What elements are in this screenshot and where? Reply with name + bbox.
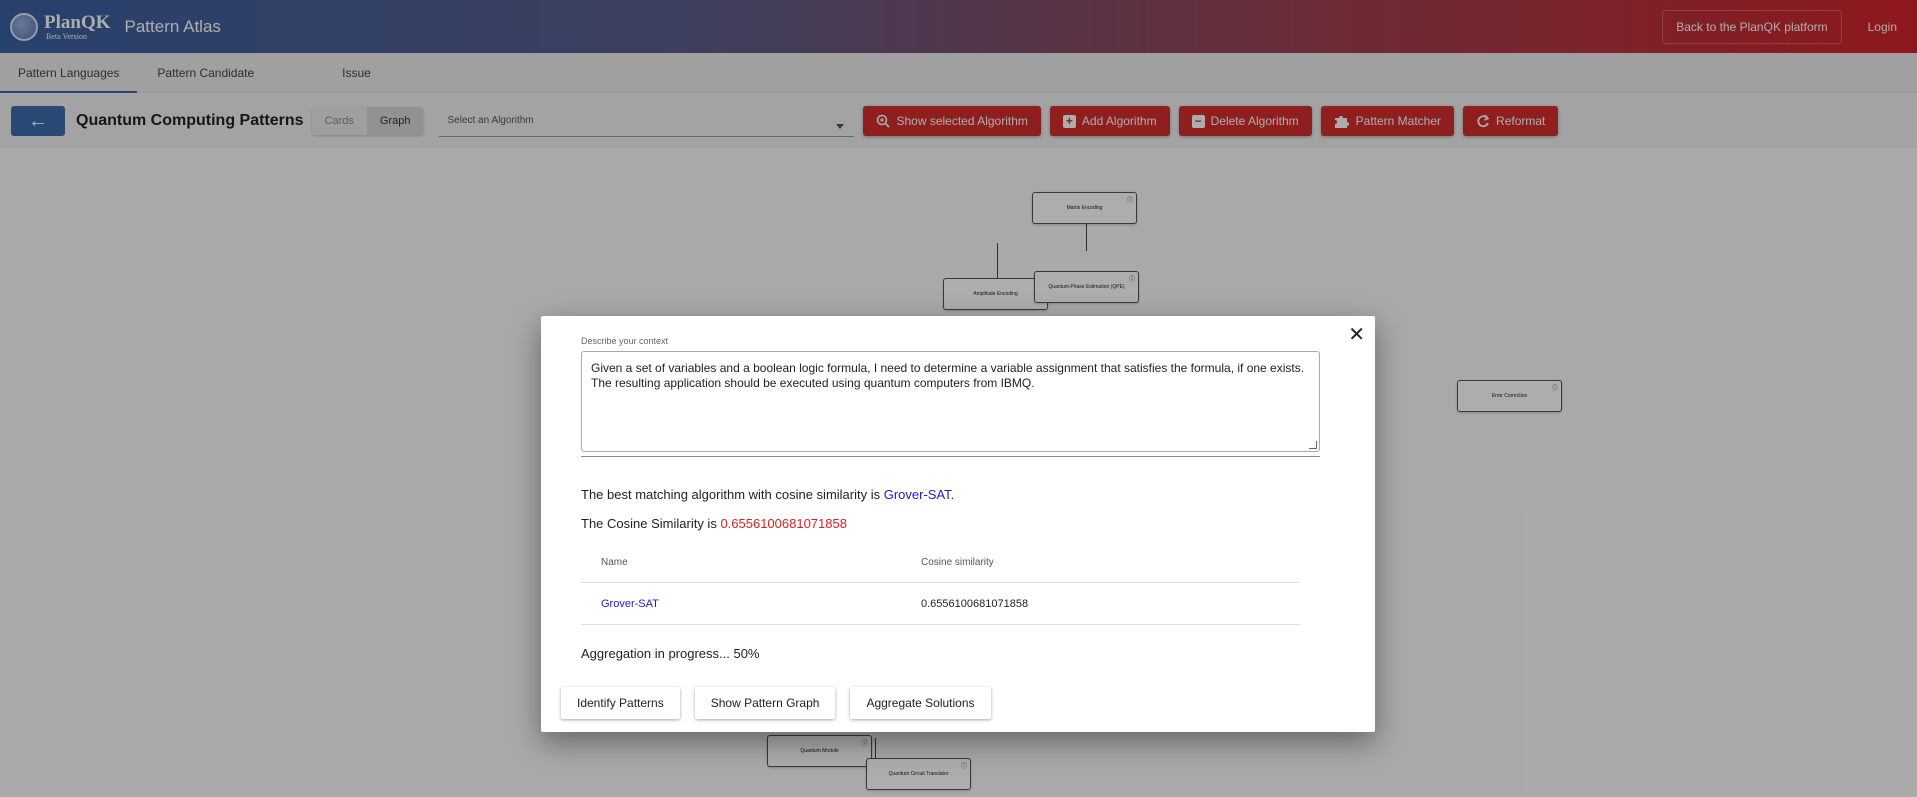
cosine-value: 0.6556100681071858 bbox=[720, 516, 847, 531]
row-similarity: 0.6556100681071858 bbox=[921, 597, 1029, 610]
table-row: Grover-SAT 0.6556100681071858 bbox=[581, 583, 1300, 625]
column-header-name[interactable]: Name bbox=[581, 557, 921, 568]
dialog-actions: Identify Patterns Show Pattern Graph Agg… bbox=[561, 687, 1006, 719]
context-line-1: Given a set of variables and a boolean l… bbox=[591, 361, 1305, 375]
context-textarea[interactable]: Given a set of variables and a boolean l… bbox=[581, 351, 1320, 452]
cosine-similarity-text: The Cosine Similarity is 0.6556100681071… bbox=[581, 516, 847, 531]
close-icon[interactable]: ✕ bbox=[1348, 322, 1365, 347]
table-header: Name Cosine similarity bbox=[581, 543, 1300, 583]
row-algorithm-link[interactable]: Grover-SAT bbox=[581, 598, 921, 610]
aggregation-status: Aggregation in progress... 50% bbox=[581, 646, 760, 661]
context-underline bbox=[581, 456, 1320, 457]
resize-handle-icon[interactable] bbox=[1309, 441, 1317, 449]
show-pattern-graph-button[interactable]: Show Pattern Graph bbox=[694, 687, 836, 719]
best-match-suffix: . bbox=[950, 487, 955, 502]
column-header-cosine[interactable]: Cosine similarity bbox=[921, 557, 1300, 568]
pattern-matcher-dialog: ✕ Describe your context Given a set of v… bbox=[541, 316, 1375, 732]
results-table: Name Cosine similarity Grover-SAT 0.6556… bbox=[581, 543, 1300, 625]
best-match-algorithm-link[interactable]: Grover-SAT bbox=[884, 487, 951, 502]
best-match-prefix: The best matching algorithm with cosine … bbox=[581, 487, 884, 502]
identify-patterns-button[interactable]: Identify Patterns bbox=[561, 687, 680, 719]
cosine-prefix: The Cosine Similarity is bbox=[581, 516, 721, 531]
context-line-2: The resulting application should be exec… bbox=[591, 376, 1035, 390]
best-match-text: The best matching algorithm with cosine … bbox=[581, 487, 954, 502]
aggregate-solutions-button[interactable]: Aggregate Solutions bbox=[850, 687, 991, 719]
context-label: Describe your context bbox=[581, 336, 669, 346]
